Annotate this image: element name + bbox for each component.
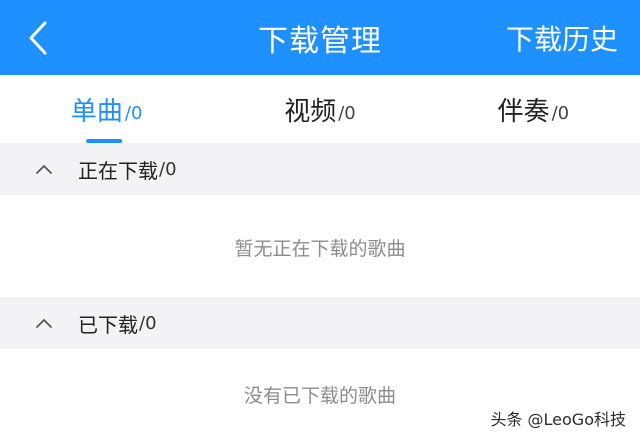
download-history-button[interactable]: 下载历史: [506, 0, 618, 75]
tab-count: /0: [124, 102, 143, 124]
section-title: 正在下载: [78, 158, 158, 183]
tab-bar: 单曲 /0 视频 /0 伴奏 /0: [0, 75, 640, 143]
section-count: /0: [159, 158, 177, 180]
watermark: 头条 @LeoGo科技: [490, 410, 626, 429]
download-manager-screen: 下载管理 下载历史 单曲 /0 视频 /0 伴奏 /0 正在下载 /0 暂无正在…: [0, 0, 640, 440]
section-header-downloading[interactable]: 正在下载 /0: [0, 143, 640, 195]
tab-label: 伴奏: [497, 96, 550, 127]
empty-state-downloading: 暂无正在下载的歌曲: [0, 195, 640, 299]
tab-songs[interactable]: 单曲 /0: [0, 75, 213, 143]
section-header-downloaded[interactable]: 已下载 /0: [0, 297, 640, 349]
tab-videos[interactable]: 视频 /0: [213, 75, 426, 143]
chevron-up-icon: [36, 319, 52, 328]
tab-count: /0: [338, 102, 356, 124]
tab-label: 视频: [284, 96, 337, 127]
app-header: 下载管理 下载历史: [0, 0, 640, 75]
section-count: /0: [139, 312, 157, 334]
tab-accompaniment[interactable]: 伴奏 /0: [427, 75, 640, 143]
tab-count: /0: [551, 102, 570, 124]
section-title: 已下载: [78, 312, 138, 337]
tab-label: 单曲: [70, 96, 123, 127]
chevron-up-icon: [36, 165, 52, 174]
